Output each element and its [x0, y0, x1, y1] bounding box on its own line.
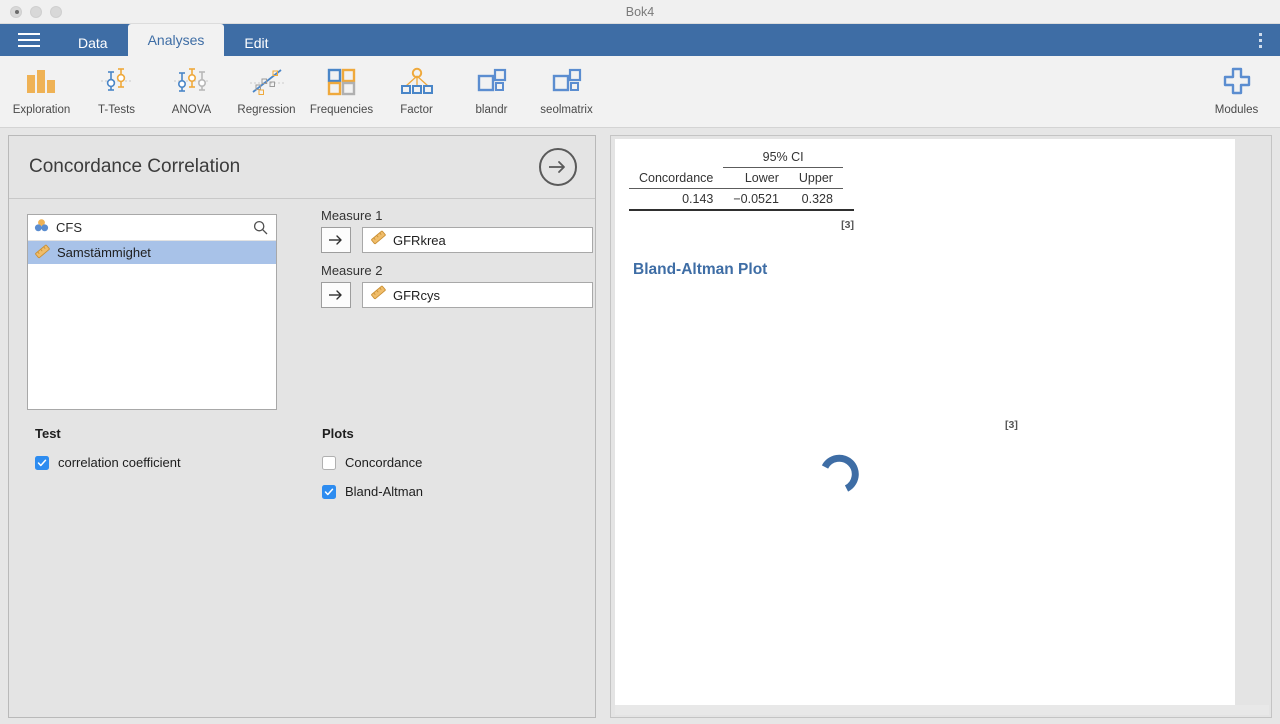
checkbox-icon-checked [322, 484, 336, 499]
factor-tree-icon [399, 64, 435, 98]
plus-cross-icon [1222, 64, 1252, 98]
measure1-label: Measure 1 [321, 208, 383, 223]
analyses-ribbon: Exploration T-Tests ANOVA Regression Fre… [0, 56, 1280, 128]
ribbon-item-regression[interactable]: Regression [229, 58, 304, 126]
measure2-group: Measure 2 GFRcys [321, 263, 593, 308]
ribbon-item-frequencies[interactable]: Frequencies [304, 58, 379, 126]
nominal-variable-icon [34, 218, 49, 238]
search-input[interactable]: CFS [56, 220, 82, 235]
list-item[interactable]: Samstämmighet [28, 241, 276, 264]
bar-chart-icon [25, 64, 59, 98]
test-group: Test correlation coefficient [35, 426, 181, 470]
cell-concordance: 0.143 [629, 188, 724, 209]
table-span-row: 95% CI [629, 147, 843, 168]
cell-upper: 0.328 [788, 188, 843, 209]
loading-spinner-icon [815, 454, 859, 503]
measure1-group: Measure 1 GFRkrea [321, 208, 593, 253]
ribbon-item-factor[interactable]: Factor [379, 58, 454, 126]
table-span-blank [629, 147, 723, 168]
column-header-upper: Upper [788, 167, 843, 189]
search-icon[interactable] [253, 220, 268, 240]
table-row: 0.143 −0.0521 0.328 [629, 188, 843, 209]
page-title: Concordance Correlation [29, 156, 241, 177]
ribbon-label: Modules [1214, 104, 1259, 116]
scatter-regression-icon [248, 64, 286, 98]
measure2-row: GFRcys [321, 282, 593, 308]
ribbon-item-t-tests[interactable]: T-Tests [79, 58, 154, 126]
measure-assignments: Measure 1 GFRkrea Measure 2 GFRcys [321, 208, 593, 318]
measure2-value: GFRcys [393, 287, 440, 303]
ribbon-item-exploration[interactable]: Exploration [4, 58, 79, 126]
tab-data[interactable]: Data [58, 30, 128, 56]
checkbox-label: Bland-Altman [345, 484, 424, 499]
checkbox-label: Concordance [345, 455, 423, 470]
column-header-concordance: Concordance [629, 167, 724, 189]
cell-lower: −0.0521 [723, 188, 789, 209]
measure1-value: GFRkrea [393, 232, 446, 248]
arrow-right-circle-icon[interactable] [539, 148, 577, 186]
list-item-label: Samstämmighet [57, 245, 151, 260]
checkbox-label: correlation coefficient [58, 455, 181, 470]
measure1-field[interactable]: GFRkrea [362, 227, 593, 253]
ribbon-item-seolmatrix[interactable]: seolmatrix [529, 58, 604, 126]
assign-measure2-button[interactable] [321, 282, 351, 308]
checkbox-icon-unchecked [322, 455, 336, 470]
table-span-header-ci: 95% CI [723, 147, 843, 168]
ribbon-label: T-Tests [97, 103, 136, 116]
ribbon-item-anova[interactable]: ANOVA [154, 58, 229, 126]
test-group-title: Test [35, 426, 61, 441]
assign-measure1-button[interactable] [321, 227, 351, 253]
more-options-icon[interactable] [1246, 24, 1274, 56]
continuous-variable-icon [35, 244, 50, 262]
checkbox-correlation-coefficient[interactable]: correlation coefficient [35, 455, 181, 470]
measure2-label: Measure 2 [321, 263, 383, 278]
ribbon-item-modules[interactable]: Modules [1199, 58, 1274, 126]
ribbon-label: seolmatrix [540, 103, 593, 116]
analysis-options-panel: Concordance Correlation CFS Samstämmighe… [8, 135, 596, 718]
plots-group: Plots Concordance Bland-Altman [322, 426, 423, 499]
window-titlebar: Bok4 [0, 0, 1280, 24]
checkbox-icon-checked [35, 455, 49, 470]
plot-title: Bland-Altman Plot [633, 261, 768, 278]
variable-source-list[interactable]: CFS Samstämmighet [27, 214, 277, 410]
window-title: Bok4 [625, 4, 655, 19]
results-content[interactable]: 95% CI Concordance Lower Upper 0.143 −0.… [615, 139, 1235, 714]
checkbox-bland-altman[interactable]: Bland-Altman [322, 484, 423, 499]
ribbon-label: Frequencies [309, 103, 374, 116]
hamburger-icon[interactable] [0, 24, 58, 56]
column-header-lower: Lower [723, 167, 789, 189]
plots-group-title: Plots [322, 426, 354, 441]
ribbon-label: blandr [475, 103, 508, 116]
ribbon-item-blandr[interactable]: blandr [454, 58, 529, 126]
results-horizontal-scrollbar[interactable] [615, 705, 1269, 715]
analysis-header: Concordance Correlation [9, 136, 595, 199]
frequencies-grid-icon [326, 64, 358, 98]
main-tabbar: Data Analyses Edit [0, 24, 1280, 56]
t-tests-icon [100, 64, 134, 98]
ribbon-label: ANOVA [171, 103, 212, 116]
ribbon-label: Regression [237, 103, 296, 116]
tab-edit[interactable]: Edit [224, 30, 288, 56]
table-note: [3] [841, 219, 854, 231]
plot-note: [3] [1005, 419, 1018, 431]
anova-icon [173, 64, 211, 98]
measure1-row: GFRkrea [321, 227, 593, 253]
module-squares-icon [550, 64, 584, 98]
table-header-row: Concordance Lower Upper [629, 167, 843, 189]
variable-search-row[interactable]: CFS [28, 215, 276, 241]
ribbon-label: Factor [400, 103, 433, 116]
checkbox-concordance[interactable]: Concordance [322, 455, 423, 470]
table-bottom-rule [629, 209, 854, 211]
tab-analyses[interactable]: Analyses [127, 24, 225, 56]
module-squares-icon [475, 64, 509, 98]
ribbon-label: Exploration [12, 103, 71, 116]
continuous-variable-icon [371, 285, 386, 305]
continuous-variable-icon [371, 230, 386, 250]
ribbon-right-group: Modules [1199, 56, 1274, 128]
concordance-results-table: 95% CI Concordance Lower Upper 0.143 −0.… [629, 147, 843, 209]
results-panel: 95% CI Concordance Lower Upper 0.143 −0.… [610, 135, 1272, 718]
measure2-field[interactable]: GFRcys [362, 282, 593, 308]
